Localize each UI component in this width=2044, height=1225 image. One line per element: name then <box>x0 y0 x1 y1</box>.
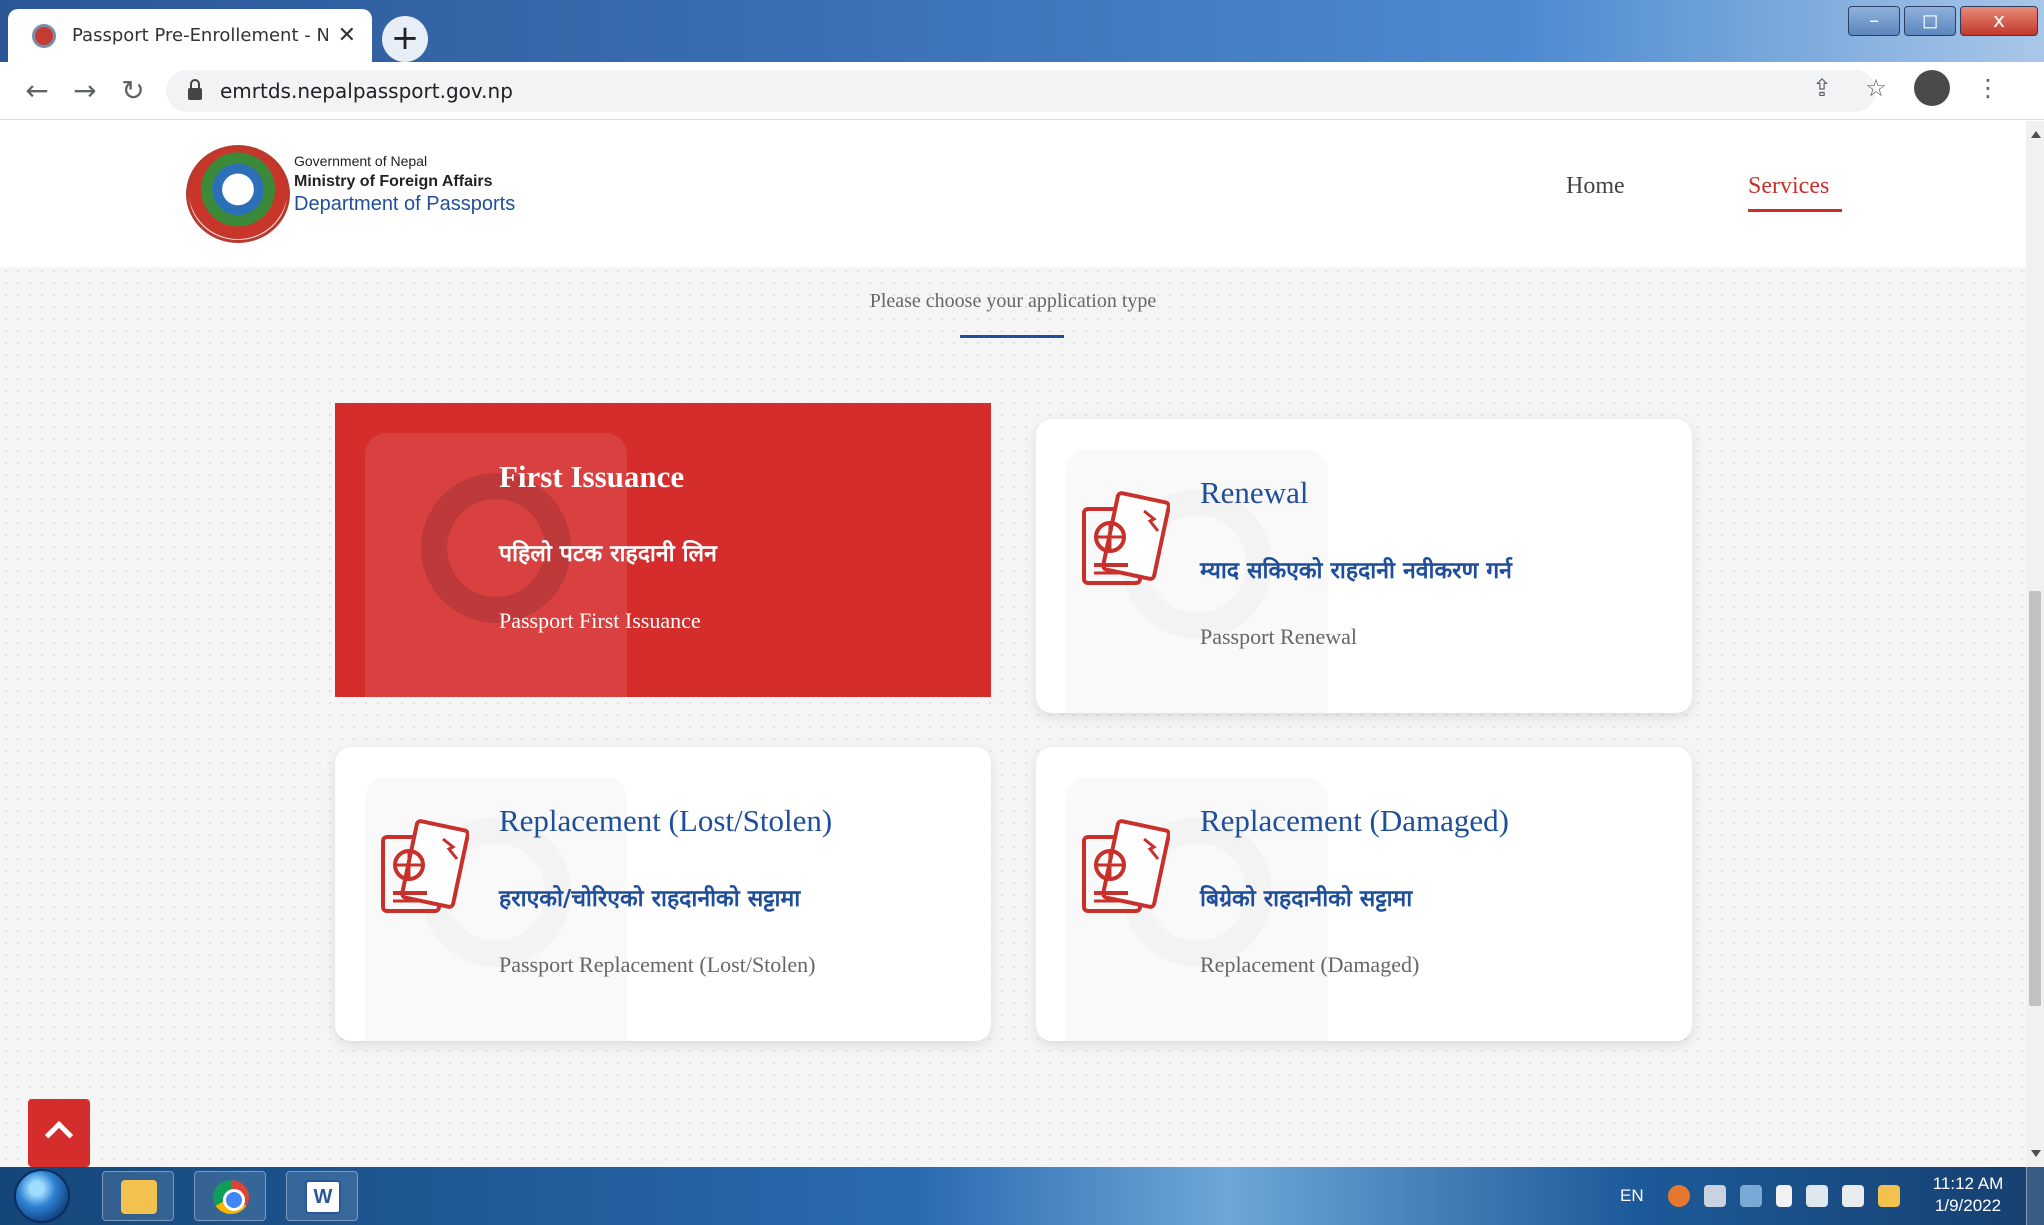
volume-muted-icon[interactable] <box>1841 1185 1864 1207</box>
show-desktop-button[interactable] <box>2026 1167 2044 1225</box>
site-header: Government of Nepal Ministry of Foreign … <box>0 121 2026 267</box>
card-title: First Issuance <box>499 459 685 494</box>
nav-services-link[interactable]: Services <box>1748 173 1829 200</box>
forward-arrow-icon[interactable]: → <box>66 72 104 110</box>
chrome-icon <box>213 1180 249 1214</box>
start-button[interactable] <box>14 1169 70 1223</box>
taskbar-chrome[interactable] <box>194 1171 266 1221</box>
card-first-issuance[interactable]: First Issuance पहिलो पटक राहदानी लिन Pas… <box>335 403 991 697</box>
system-tray: EN <box>1620 1167 1900 1225</box>
passport-icon <box>1082 819 1170 913</box>
card-replacement-damaged[interactable]: Replacement (Damaged) बिग्रेको राहदानीको… <box>1036 747 1692 1041</box>
minimize-button[interactable]: – <box>1848 6 1900 36</box>
card-description: Replacement (Damaged) <box>1200 952 1420 977</box>
tab-close-icon[interactable]: ✕ <box>338 23 356 48</box>
close-window-button[interactable]: x <box>1960 6 2038 36</box>
scrollbar-thumb[interactable] <box>2029 591 2041 1006</box>
card-description: Passport Replacement (Lost/Stolen) <box>499 952 816 977</box>
avast-icon[interactable] <box>1667 1185 1690 1207</box>
update-tray-icon[interactable] <box>1877 1185 1900 1207</box>
windows-taskbar: W EN 11:12 AM 1/9/2022 <box>0 1167 2044 1225</box>
page-subtitle: Please choose your application type <box>869 290 1157 312</box>
back-arrow-icon[interactable]: ← <box>18 72 56 110</box>
kebab-menu-icon[interactable]: ⋮ <box>1972 72 2004 104</box>
browser-titlebar: Passport Pre-Enrollement - NEPA ✕ + – ◻ … <box>0 0 2044 62</box>
nepal-emblem-logo[interactable] <box>186 145 290 243</box>
maximize-button[interactable]: ◻ <box>1904 6 1956 36</box>
passport-icon <box>1082 491 1170 585</box>
card-replacement-lost-stolen[interactable]: Replacement (Lost/Stolen) हराएको/चोरिएको… <box>335 747 991 1041</box>
language-indicator[interactable]: EN <box>1620 1186 1644 1206</box>
clock-date: 1/9/2022 <box>1934 1196 2002 1215</box>
card-nepali-text: हराएको/चोरिएको राहदानीको सट्टामा <box>499 886 801 912</box>
card-nepali-text: म्याद सकिएको राहदानी नवीकरण गर्न <box>1200 558 1512 584</box>
scroll-up-arrow-icon[interactable] <box>2031 131 2041 138</box>
settings-tray-icon[interactable] <box>1739 1185 1762 1207</box>
browser-toolbar: ← → ↻ emrtds.nepalpassport.gov.np ⇪ ☆ ⋮ <box>0 62 2044 120</box>
word-icon: W <box>305 1180 341 1214</box>
nav-active-underline <box>1748 209 1842 212</box>
share-icon[interactable]: ⇪ <box>1806 72 1838 104</box>
reload-icon[interactable]: ↻ <box>114 72 152 110</box>
card-nepali-text: बिग्रेको राहदानीको सट्टामा <box>1200 886 1413 912</box>
nav-home-link[interactable]: Home <box>1566 173 1625 200</box>
browser-tab-active[interactable]: Passport Pre-Enrollement - NEPA ✕ <box>8 9 372 62</box>
brand-ministry: Ministry of Foreign Affairs <box>294 173 493 190</box>
chevron-up-icon <box>44 1120 74 1150</box>
taskbar-clock[interactable]: 11:12 AM 1/9/2022 <box>1920 1173 2016 1217</box>
taskbar-file-explorer[interactable] <box>102 1171 174 1221</box>
card-title: Replacement (Lost/Stolen) <box>499 803 833 838</box>
window-controls: – ◻ x <box>1848 6 2038 36</box>
address-bar[interactable]: emrtds.nepalpassport.gov.np <box>166 70 1876 112</box>
network-icon[interactable] <box>1805 1185 1828 1207</box>
folder-icon <box>121 1180 157 1214</box>
card-title: Renewal <box>1200 475 1309 510</box>
page-viewport: Government of Nepal Ministry of Foreign … <box>0 121 2026 1167</box>
card-nepali-text: पहिलो पटक राहदानी लिन <box>499 541 717 567</box>
clock-time: 11:12 AM <box>1932 1174 2004 1193</box>
card-description: Passport Renewal <box>1200 624 1358 649</box>
subtitle-divider <box>960 335 1064 338</box>
site-favicon-icon <box>32 23 56 48</box>
brand-block[interactable]: Government of Nepal Ministry of Foreign … <box>294 153 515 216</box>
card-description: Passport First Issuance <box>499 608 701 633</box>
taskbar-word[interactable]: W <box>286 1171 358 1221</box>
back-to-top-button[interactable] <box>28 1099 90 1167</box>
tab-title: Passport Pre-Enrollement - NEPA <box>72 25 328 46</box>
url-text[interactable]: emrtds.nepalpassport.gov.np <box>220 79 513 103</box>
action-center-flag-icon[interactable] <box>1775 1185 1792 1207</box>
profile-avatar[interactable] <box>1914 70 1950 106</box>
scroll-down-arrow-icon[interactable] <box>2031 1150 2041 1157</box>
network-app-icon[interactable] <box>1703 1185 1726 1207</box>
brand-department: Department of Passports <box>294 193 516 215</box>
lock-icon[interactable] <box>188 79 202 100</box>
page-scrollbar[interactable] <box>2026 121 2044 1167</box>
star-icon[interactable]: ☆ <box>1860 72 1892 104</box>
brand-government: Government of Nepal <box>294 153 428 169</box>
new-tab-button[interactable]: + <box>382 16 428 62</box>
card-title: Replacement (Damaged) <box>1200 803 1509 838</box>
card-renewal[interactable]: Renewal म्याद सकिएको राहदानी नवीकरण गर्न… <box>1036 419 1692 713</box>
passport-icon <box>381 819 469 913</box>
